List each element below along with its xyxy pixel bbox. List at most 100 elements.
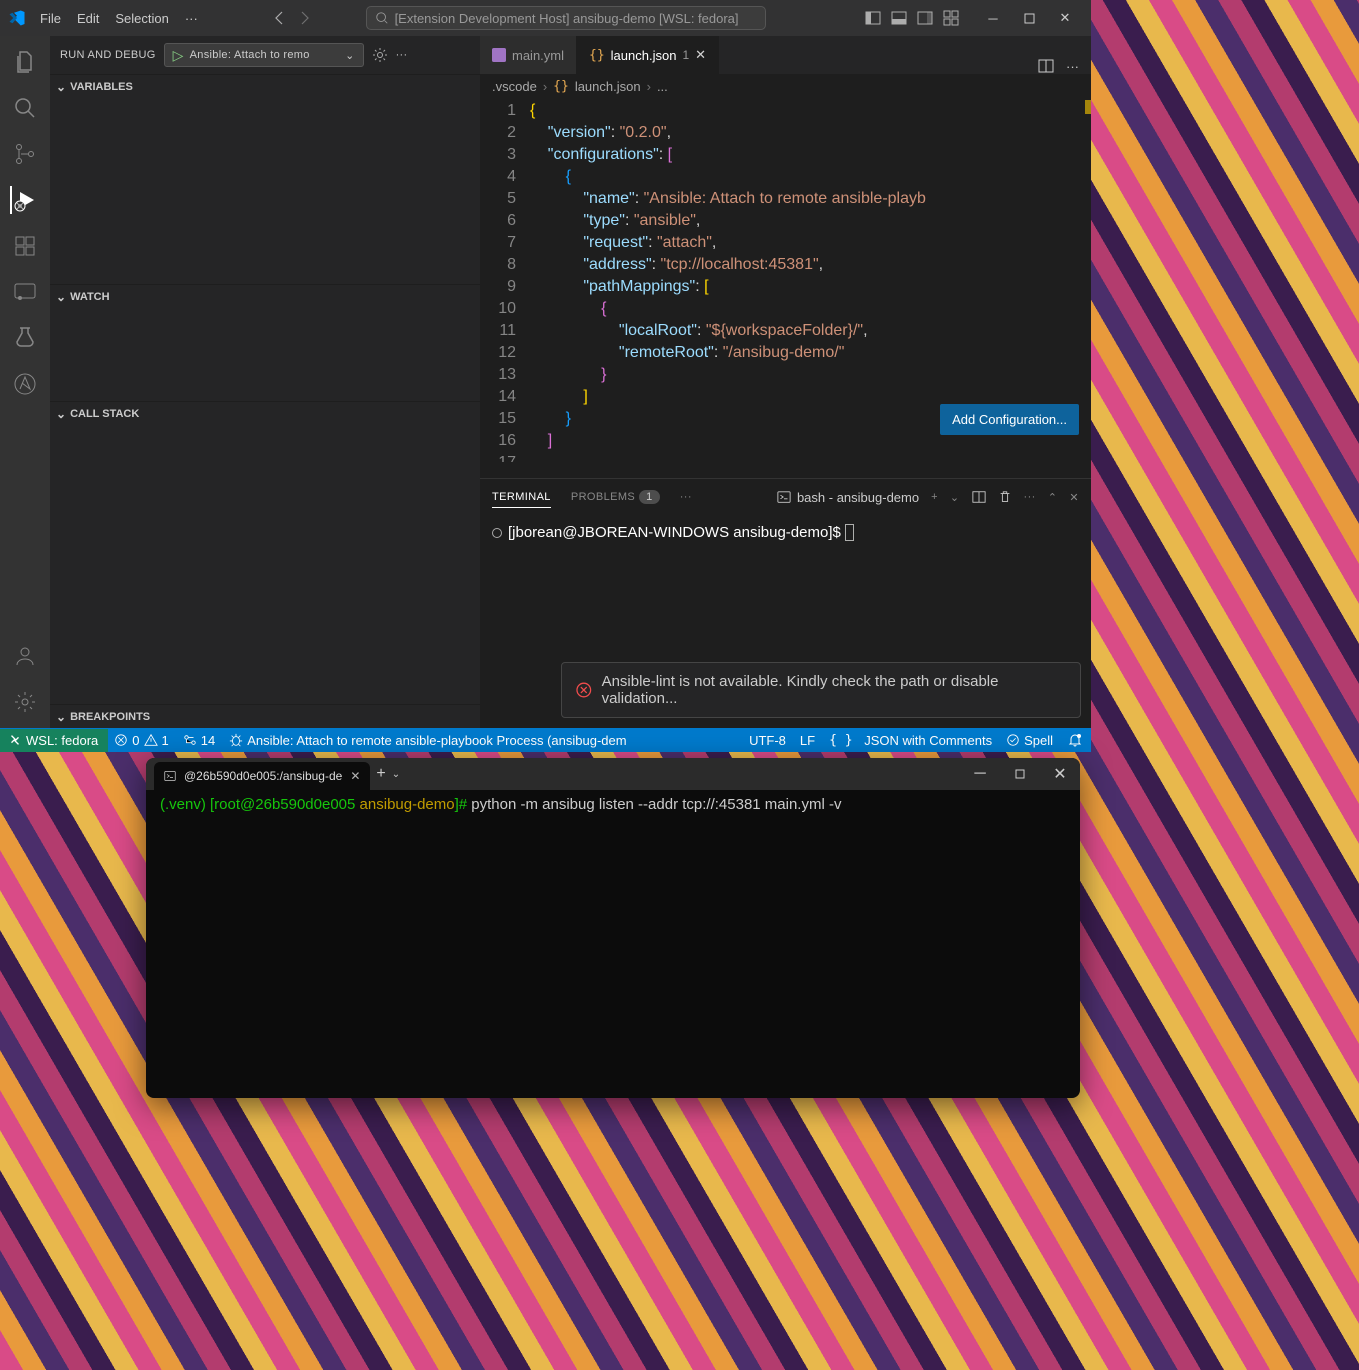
split-terminal-icon[interactable] [972,490,986,504]
title-bar: File Edit Selection ··· [Extension Devel… [0,0,1091,36]
status-encoding[interactable]: UTF-8 [749,732,786,748]
breadcrumb-file[interactable]: launch.json [575,79,641,94]
watch-header[interactable]: ⌄WATCH [50,284,480,308]
tab-dirty-indicator: 1 [682,48,689,62]
ext-window-close[interactable]: ✕ [1040,758,1080,790]
ext-venv: (.venv) [160,796,210,813]
chevron-down-icon[interactable]: ⌄ [950,491,960,504]
notification-toast[interactable]: Ansible-lint is not available. Kindly ch… [561,662,1081,718]
breakpoints-label: BREAKPOINTS [70,711,150,723]
activity-explorer[interactable] [11,48,39,76]
menu-overflow[interactable]: ··· [179,7,204,30]
menu-edit[interactable]: Edit [71,7,105,30]
title-right-controls: ─ ✕ [865,3,1083,33]
chevron-down-icon: ⌄ [56,710,66,724]
terminal-icon [164,770,176,782]
ext-window-maximize[interactable] [1000,758,1040,790]
activity-settings[interactable] [11,688,39,716]
breadcrumb-trail[interactable]: ... [657,79,668,94]
bell-icon[interactable] [1067,732,1083,748]
nav-forward-icon[interactable] [296,10,312,26]
panel-more-icon[interactable]: ··· [1024,491,1036,503]
activity-search[interactable] [11,94,39,122]
variables-label: VARIABLES [70,81,133,93]
activity-testing[interactable] [11,324,39,352]
chevron-down-icon: ⌄ [56,407,66,421]
tab-close-icon[interactable]: ✕ [695,47,706,63]
external-terminal-window: @26b590d0e005:/ansibug-de ✕ + ⌄ ─ ✕ (.ve… [146,758,1080,1098]
debug-config-selector[interactable]: ▷ Ansible: Attach to remo ⌄ [164,43,364,67]
add-configuration-button[interactable]: Add Configuration... [940,404,1079,435]
status-ports[interactable]: 14 [183,733,215,748]
debug-sidebar: RUN AND DEBUG ▷ Ansible: Attach to remo … [50,36,480,728]
trash-icon[interactable] [998,490,1012,504]
sidebar-more-icon[interactable]: ··· [396,49,408,61]
activity-scm[interactable] [11,140,39,168]
maximize-panel-icon[interactable]: ⌃ [1048,491,1058,504]
split-editor-icon[interactable] [1038,58,1054,74]
new-terminal-icon[interactable]: + [931,491,938,503]
breakpoints-header[interactable]: ⌄ BREAKPOINTS [50,704,480,728]
nav-back-icon[interactable] [272,10,288,26]
menu-file[interactable]: File [34,7,67,30]
tab-dropdown-icon[interactable]: ⌄ [392,769,400,780]
tab-launch-json[interactable]: {} launch.json 1 ✕ [577,36,719,74]
problems-count: 1 [639,490,660,504]
breadcrumb-folder[interactable]: .vscode [492,79,537,94]
tab-label: main.yml [512,48,564,63]
panel-overflow-icon[interactable]: ··· [680,491,692,503]
panel-tab-terminal[interactable]: TERMINAL [492,487,551,508]
layout-left-icon[interactable] [865,10,881,26]
ext-terminal-tab[interactable]: @26b590d0e005:/ansibug-de ✕ [154,762,370,790]
status-debug-target[interactable]: Ansible: Attach to remote ansible-playbo… [229,733,626,748]
breadcrumbs[interactable]: .vscode › {} launch.json › ... [480,74,1091,98]
code-editor[interactable]: 1234567891011121314151617 { "version": "… [480,98,1091,478]
terminal-selector[interactable]: bash - ansibug-demo [777,490,919,505]
yaml-icon [492,48,506,62]
activity-ansible[interactable] [11,370,39,398]
status-remote-label: WSL: fedora [26,733,98,748]
terminal-body[interactable]: [jborean@JBOREAN-WINDOWS ansibug-demo]$ … [480,515,1091,728]
tab-main-yml[interactable]: main.yml [480,36,577,74]
variables-header[interactable]: ⌄VARIABLES [50,74,480,98]
status-problems[interactable]: 0 1 [114,733,168,748]
activity-extensions[interactable] [11,232,39,260]
status-spell[interactable]: Spell [1006,732,1053,748]
ext-terminal-body[interactable]: (.venv) [root@26b590d0e005 ansibug-demo]… [146,790,1080,1098]
line-numbers: 1234567891011121314151617 [480,98,530,478]
layout-custom-icon[interactable] [943,10,959,26]
editor-more-icon[interactable]: ··· [1066,59,1079,74]
status-remote[interactable]: WSL: fedora [0,729,108,752]
layout-bottom-icon[interactable] [891,10,907,26]
editor-area: main.yml {} launch.json 1 ✕ ··· .vscode … [480,36,1091,728]
menu-selection[interactable]: Selection [109,7,174,30]
run-debug-title: RUN AND DEBUG [60,49,156,61]
start-debug-icon[interactable]: ▷ [173,47,184,64]
activity-account[interactable] [11,642,39,670]
window-maximize[interactable] [1011,3,1047,33]
nav-arrows [272,10,312,26]
terminal-prompt: [jborean@JBOREAN-WINDOWS ansibug-demo]$ [508,524,845,541]
warning-count-icon [144,733,158,747]
layout-right-icon[interactable] [917,10,933,26]
status-eol[interactable]: LF [800,732,815,748]
window-close[interactable]: ✕ [1047,3,1083,33]
activity-debug[interactable] [10,186,38,214]
vscode-window: File Edit Selection ··· [Extension Devel… [0,0,1091,752]
new-tab-icon[interactable]: + [376,765,385,783]
command-center[interactable]: [Extension Development Host] ansibug-dem… [366,6,766,30]
close-tab-icon[interactable]: ✕ [350,769,360,783]
editor-tabs: main.yml {} launch.json 1 ✕ ··· [480,36,1091,74]
callstack-header[interactable]: ⌄CALL STACK [50,401,480,425]
variables-body [50,98,480,284]
terminal-name: bash - ansibug-demo [797,490,919,505]
panel-tab-problems[interactable]: PROBLEMS1 [571,487,660,507]
chevron-down-icon: ⌄ [56,290,66,304]
ext-window-minimize[interactable]: ─ [960,758,1000,790]
close-panel-icon[interactable]: ✕ [1069,491,1079,504]
activity-remote[interactable] [11,278,39,306]
status-language[interactable]: { } JSON with Comments [829,732,992,748]
gear-icon[interactable] [372,47,388,63]
window-minimize[interactable]: ─ [975,3,1011,33]
ext-userhost: [root@26b590d0e005 [210,796,360,813]
